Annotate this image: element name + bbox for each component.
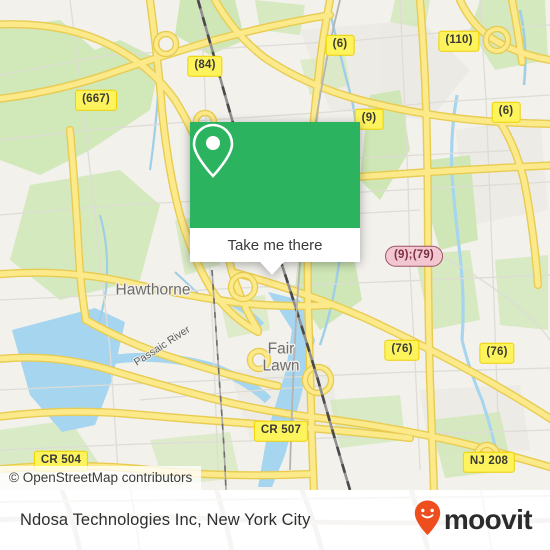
road-shield-6-east[interactable]: (6) <box>491 101 521 123</box>
place-label-hawthorne: Hawthorne <box>115 281 191 299</box>
take-me-there-label: Take me there <box>227 236 323 254</box>
road-shield-9-79[interactable]: (9);(79) <box>385 245 443 267</box>
road-shield-76-west[interactable]: (76) <box>384 339 420 361</box>
moovit-pin-smiley-icon <box>414 500 441 541</box>
take-me-there-button[interactable]: Take me there <box>190 228 360 262</box>
road-shield-nj-208[interactable]: NJ 208 <box>462 451 516 473</box>
footer-bar: Ndosa Technologies Inc, New York City mo… <box>0 490 550 550</box>
road-shield-76-east[interactable]: (76) <box>479 342 515 364</box>
road-shield-cr-507[interactable]: CR 507 <box>253 420 309 442</box>
popup-pointer-tail <box>260 262 284 275</box>
popup-pin-area <box>190 122 360 228</box>
footer-location-title: Ndosa Technologies Inc, New York City <box>20 510 311 529</box>
road-shield-110[interactable]: (110) <box>438 30 480 52</box>
location-popup-card[interactable]: Take me there <box>190 122 360 275</box>
map-screenshot: Hawthorne Fair Lawn Passaic River (667) … <box>0 0 550 550</box>
road-shield-84[interactable]: (84) <box>187 55 223 77</box>
road-shield-6-north[interactable]: (6) <box>325 34 355 56</box>
place-label-fair-lawn: Fair Lawn <box>262 340 300 374</box>
road-shield-667[interactable]: (667) <box>75 89 117 111</box>
moovit-logo[interactable]: moovit <box>414 500 533 541</box>
map-attribution[interactable]: © OpenStreetMap contributors <box>0 466 202 490</box>
moovit-wordmark: moovit <box>443 504 533 535</box>
map-canvas[interactable]: Hawthorne Fair Lawn Passaic River (667) … <box>0 0 550 490</box>
